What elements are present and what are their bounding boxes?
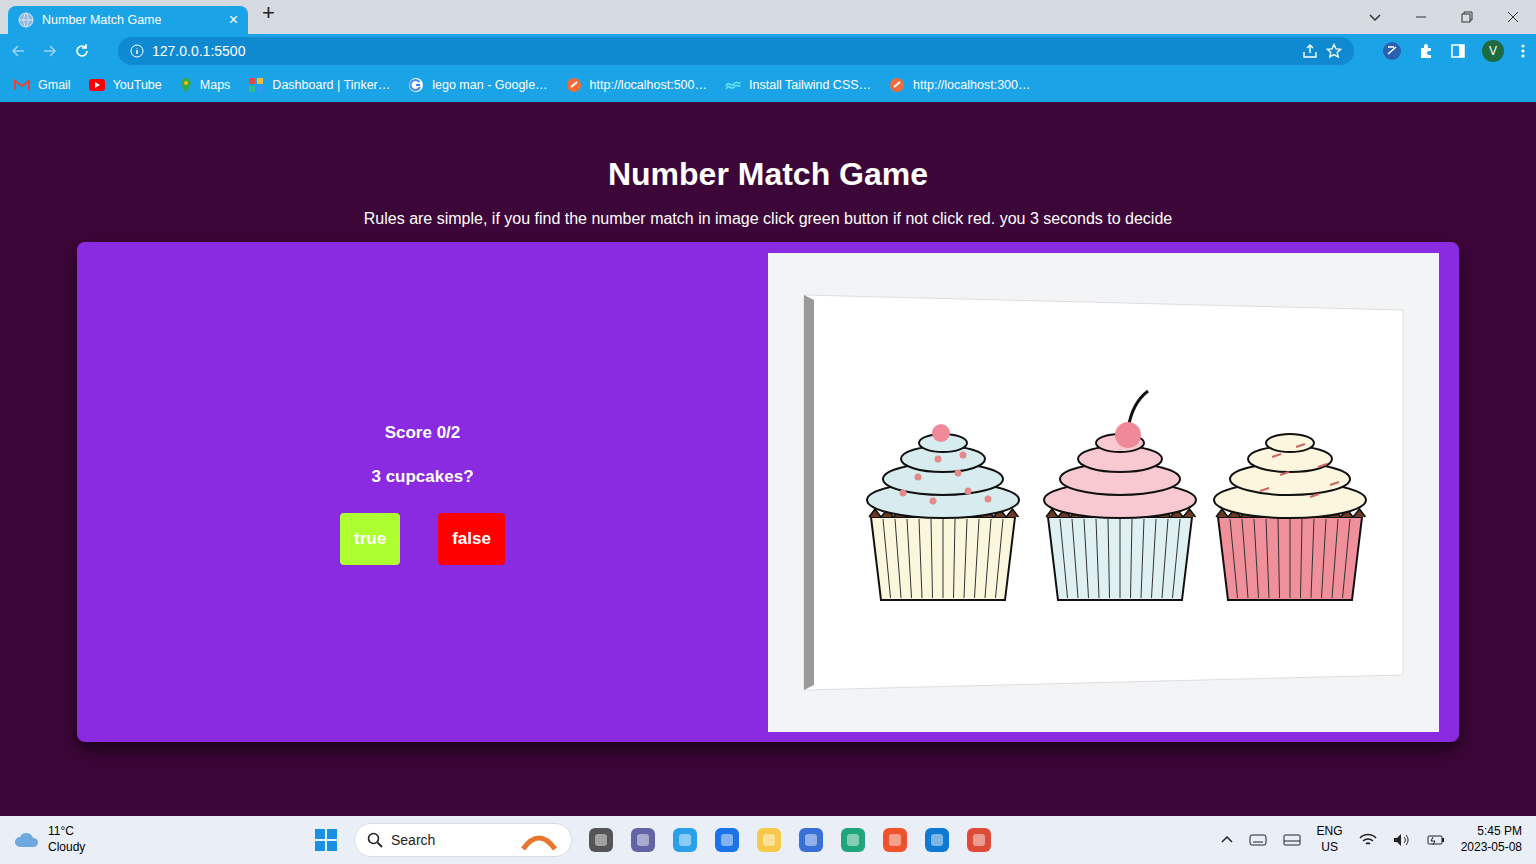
profile-button[interactable]: V [1482, 40, 1504, 62]
chat-icon[interactable] [630, 827, 656, 853]
bookmark[interactable]: lego man - Google… [408, 76, 547, 95]
wifi-icon[interactable] [1359, 833, 1377, 847]
taskbar: 11°CCloudy Search ENGUS 5:45 PM2023-05-08 [0, 816, 1536, 864]
bookmark-favicon-icon [408, 77, 424, 93]
toolbar: 127.0.0.1:5500 V [0, 34, 1536, 68]
file-explorer-icon[interactable] [756, 827, 782, 853]
search-highlight-icon [519, 829, 559, 851]
task-view-icon[interactable] [588, 827, 614, 853]
game-panel: Score 0/2 3 cupcakes? true false [77, 242, 1459, 742]
bookmark[interactable]: Maps [180, 76, 231, 95]
false-button[interactable]: false [438, 513, 505, 565]
display-icon[interactable] [1283, 833, 1301, 847]
taskbar-search[interactable]: Search [354, 823, 572, 857]
reload-icon[interactable] [74, 43, 90, 59]
vscode-icon[interactable] [924, 827, 950, 853]
address-bar[interactable]: 127.0.0.1:5500 [118, 37, 1354, 65]
battery-icon[interactable] [1427, 833, 1445, 847]
share-icon[interactable] [1302, 43, 1318, 59]
forward-icon[interactable] [42, 43, 58, 59]
answer-buttons: true false [340, 513, 505, 565]
bookmarks-bar: Gmail YouTube Maps Dashboard | Tinker… lego … [0, 68, 1536, 102]
minimize-icon[interactable] [1398, 0, 1444, 34]
true-button[interactable]: true [340, 513, 400, 565]
star-icon[interactable] [1326, 43, 1342, 59]
bookmark-favicon-icon [566, 77, 582, 93]
bing-icon[interactable] [714, 827, 740, 853]
bookmark-favicon-icon [14, 79, 30, 91]
tab-close-button[interactable]: × [229, 12, 238, 28]
weather-widget[interactable]: 11°CCloudy [14, 824, 85, 855]
store-icon[interactable] [798, 827, 824, 853]
search-icon [367, 832, 383, 848]
extensions-icon[interactable] [1418, 43, 1434, 59]
side-panel-icon[interactable] [1450, 43, 1466, 59]
bookmark[interactable]: Dashboard | Tinker… [248, 76, 390, 95]
language-indicator[interactable]: ENGUS [1317, 824, 1343, 855]
info-icon[interactable] [130, 44, 144, 58]
brave-icon[interactable] [882, 827, 908, 853]
rules-text: Rules are simple, if you find the number… [0, 209, 1536, 228]
chevron-up-icon[interactable] [1221, 834, 1233, 846]
tab-strip: Number Match Game × + [0, 0, 1536, 34]
address-text[interactable]: 127.0.0.1:5500 [152, 41, 1294, 62]
score: Score 0/2 [385, 420, 461, 446]
bookmark-favicon-icon [248, 77, 264, 93]
bookmark-favicon-icon [89, 79, 105, 91]
browser-tab[interactable]: Number Match Game × [8, 6, 248, 34]
page: Number Match Game Rules are simple, if yo… [0, 102, 1536, 816]
weather-condition: Cloudy [48, 840, 85, 856]
close-window-icon[interactable] [1490, 0, 1536, 34]
bookmark-favicon-icon [889, 77, 905, 93]
cloud-icon [14, 831, 40, 849]
system-tray: ENGUS 5:45 PM2023-05-08 [1221, 824, 1522, 855]
globe-icon [18, 12, 34, 28]
tab-title: Number Match Game [42, 11, 221, 30]
bookmark[interactable]: http://localhost:300… [889, 76, 1030, 95]
bookmark[interactable]: Gmail [14, 76, 71, 95]
question: 3 cupcakes? [371, 464, 473, 490]
clock[interactable]: 5:45 PM2023-05-08 [1461, 824, 1522, 855]
chrome-icon[interactable] [966, 827, 992, 853]
new-tab-button[interactable]: + [262, 2, 275, 24]
bookmark-favicon-icon [180, 77, 192, 93]
game-title: Number Match Game [0, 102, 1536, 192]
bookmark[interactable]: http://localhost:500… [566, 76, 707, 95]
tab-search-icon[interactable] [1352, 0, 1398, 34]
menu-icon[interactable] [1520, 43, 1526, 59]
cupcakes-image-icon [768, 253, 1439, 732]
keyboard-icon[interactable] [1249, 833, 1267, 847]
help-icon[interactable] [672, 827, 698, 853]
edge-icon[interactable] [840, 827, 866, 853]
taskbar-apps: Search [314, 823, 992, 857]
restore-icon[interactable] [1444, 0, 1490, 34]
volume-icon[interactable] [1393, 833, 1411, 847]
game-controls: Score 0/2 3 cupcakes? true false [77, 253, 768, 732]
bookmark[interactable]: Install Tailwind CSS… [725, 76, 871, 95]
bookmark-favicon-icon [725, 80, 741, 90]
back-icon[interactable] [10, 43, 26, 59]
windows-start-icon[interactable] [314, 828, 338, 852]
bookmark[interactable]: YouTube [89, 76, 162, 95]
temperature: 11°C [48, 824, 85, 840]
extension-status-icon[interactable] [1382, 41, 1402, 61]
